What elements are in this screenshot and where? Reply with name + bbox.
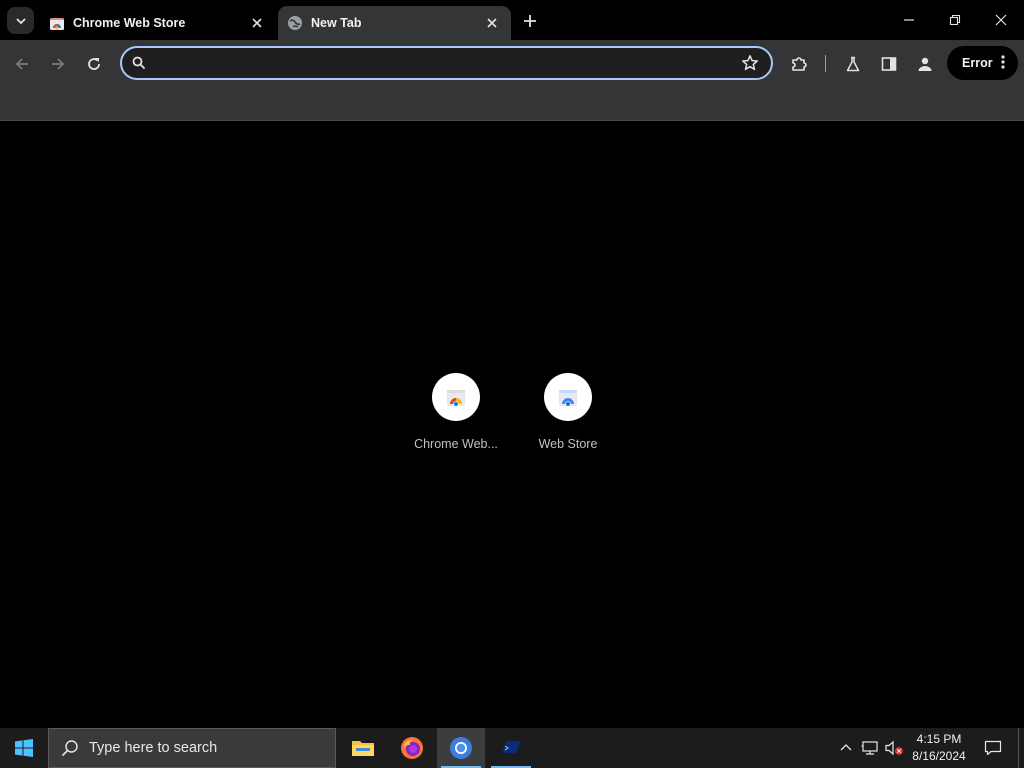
start-button[interactable] [0, 728, 48, 768]
tab-chrome-web-store[interactable]: Chrome Web Store [40, 6, 276, 40]
terminal-icon [502, 741, 521, 753]
more-menu-icon[interactable] [1001, 54, 1005, 70]
clock-date: 8/16/2024 [912, 749, 966, 763]
browser-toolbar: Error [0, 40, 1024, 121]
chrome-web-store-icon [447, 390, 465, 407]
restore-button[interactable] [932, 0, 978, 40]
taskbar-app-chrome[interactable] [437, 728, 485, 768]
close-tab-icon[interactable] [248, 14, 266, 32]
address-bar[interactable] [120, 46, 773, 80]
new-tab-button[interactable] [518, 9, 542, 33]
new-tab-page: Chrome Web... Web Store [0, 121, 1024, 728]
extensions-button[interactable] [785, 50, 813, 78]
reload-icon [88, 58, 100, 70]
close-tab-icon[interactable] [483, 14, 501, 32]
chevron-up-icon [840, 744, 852, 751]
flask-icon [846, 56, 860, 72]
clock-time: 4:15 PM [916, 732, 962, 746]
shortcut-icon-circle [432, 373, 480, 421]
web-store-icon [559, 390, 577, 407]
address-input[interactable] [154, 52, 734, 74]
globe-icon [287, 15, 303, 31]
chevron-down-icon [15, 17, 26, 24]
notification-center-button[interactable] [978, 728, 1008, 768]
tab-search-button[interactable] [7, 7, 34, 34]
taskbar-search-placeholder: Type here to search [89, 740, 218, 756]
tab-title: Chrome Web Store [73, 16, 186, 30]
shortcut-tile[interactable]: Chrome Web... [400, 373, 512, 451]
toolbar-divider [825, 55, 826, 72]
back-arrow-icon [15, 58, 28, 70]
chrome-web-store-icon [49, 15, 65, 31]
tray-overflow-button[interactable] [836, 738, 856, 758]
shortcut-label: Web Store [538, 437, 598, 451]
back-button[interactable] [8, 50, 36, 78]
person-icon [918, 57, 932, 71]
volume-muted-icon [885, 740, 903, 756]
shortcut-icon-circle [544, 373, 592, 421]
windows-taskbar: Type here to search 4:15 PM 8/16/2024 [0, 728, 1024, 768]
forward-arrow-icon [52, 58, 65, 70]
firefox-icon [401, 737, 423, 759]
search-icon [61, 740, 78, 757]
show-desktop-button[interactable] [1018, 728, 1019, 768]
notification-icon [984, 740, 1002, 756]
restore-icon [949, 14, 961, 26]
file-explorer-icon [352, 741, 374, 756]
windows-logo-icon [15, 739, 33, 757]
forward-button[interactable] [44, 50, 72, 78]
shortcut-label: Chrome Web... [414, 437, 498, 451]
network-button[interactable] [860, 738, 880, 758]
taskbar-app-terminal[interactable] [487, 728, 535, 768]
network-icon [861, 741, 878, 755]
taskbar-app-file-explorer[interactable] [339, 728, 387, 768]
chrome-icon [450, 737, 472, 759]
shortcut-tile[interactable]: Web Store [512, 373, 624, 451]
taskbar-search-box[interactable]: Type here to search [48, 728, 336, 768]
labs-button[interactable] [839, 50, 867, 78]
reload-button[interactable] [80, 50, 108, 78]
close-icon [995, 14, 1007, 26]
profile-button[interactable] [911, 50, 939, 78]
tab-strip: Chrome Web Store New Tab [0, 0, 1024, 40]
volume-button[interactable] [884, 738, 904, 758]
side-panel-icon [881, 57, 897, 71]
search-icon [132, 56, 146, 70]
error-label: Error [962, 56, 993, 70]
close-window-button[interactable] [978, 0, 1024, 40]
bookmark-star-icon[interactable] [741, 54, 759, 72]
minimize-icon [904, 19, 914, 21]
side-panel-button[interactable] [875, 50, 903, 78]
taskbar-app-firefox[interactable] [388, 728, 436, 768]
system-clock[interactable]: 4:15 PM 8/16/2024 [908, 731, 970, 765]
minimize-button[interactable] [886, 0, 932, 40]
profile-error-chip[interactable]: Error [947, 46, 1018, 80]
puzzle-icon [792, 57, 807, 71]
tab-new-tab[interactable]: New Tab [278, 6, 511, 40]
tab-title: New Tab [311, 16, 362, 30]
plus-icon [524, 15, 536, 27]
